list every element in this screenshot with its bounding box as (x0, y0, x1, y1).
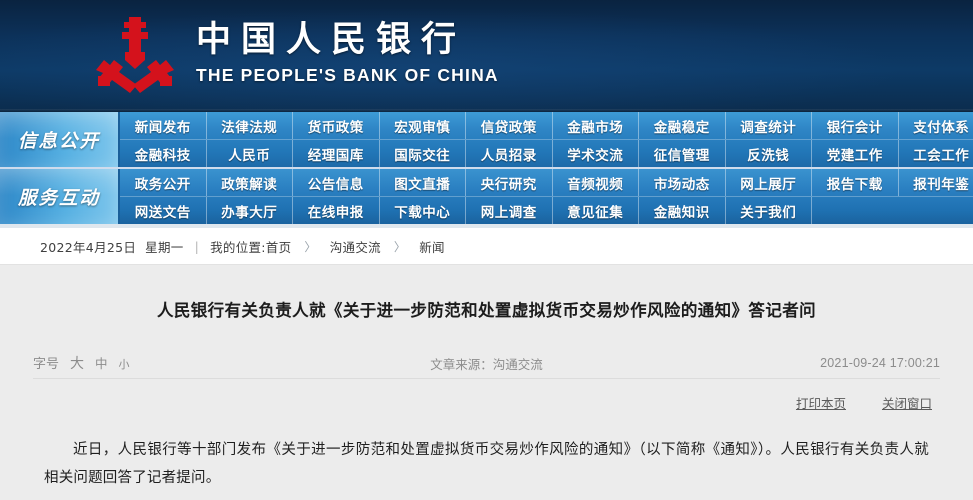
breadcrumb-weekday: 星期一 (145, 239, 184, 255)
article-body: 近日，人民银行等十部门发布《关于进一步防范和处置虚拟货币交易炒作风险的通知》（以… (44, 442, 929, 487)
nav-group-information-disclosure: 信息公开 新闻发布 法律法规 货币政策 宏观审慎 信贷政策 金融市场 金融稳定 … (0, 112, 973, 167)
nav-item-download-center[interactable]: 下载中心 (380, 197, 466, 224)
font-size-medium[interactable]: 中 (95, 353, 108, 372)
nav-item-laws-regulations[interactable]: 法律法规 (207, 112, 293, 139)
nav-group-label-service-interaction[interactable]: 服务互动 (0, 169, 120, 224)
breadcrumb-bar: 2022年4月25日 星期一 | 我的位置:首页 〉 沟通交流 〉 新闻 (0, 228, 973, 265)
nav-item-rmb[interactable]: 人民币 (207, 140, 293, 167)
breadcrumb-date: 2022年4月25日 (40, 239, 137, 255)
breadcrumb-position-label[interactable]: 我的位置:首页 (210, 237, 291, 256)
nav-item-online-exhibition[interactable]: 网上展厅 (726, 169, 812, 196)
nav-item-payment-system[interactable]: 支付体系 (899, 112, 973, 139)
chevron-right-icon: 〉 (393, 239, 407, 254)
nav-item-monetary-policy[interactable]: 货币政策 (293, 112, 380, 139)
nav-item-web-documents[interactable]: 网送文告 (120, 197, 207, 224)
nav-item-feedback[interactable]: 意见征集 (553, 197, 639, 224)
site-name-cn: 中国人民银行 (196, 20, 467, 61)
nav-item-financial-knowledge[interactable]: 金融知识 (639, 197, 726, 224)
font-size-controls: 字号 大 中 小 (33, 353, 130, 373)
content-area: 人民银行有关负责人就《关于进一步防范和处置虚拟货币交易炒作风险的通知》答记者问 … (0, 265, 973, 500)
nav-item-placeholder (812, 197, 898, 224)
font-size-label: 字号 (33, 357, 60, 373)
nav-row: 政务公开 政策解读 公告信息 图文直播 央行研究 音频视频 市场动态 网上展厅 … (120, 169, 973, 196)
nav-group-service-interaction: 服务互动 政务公开 政策解读 公告信息 图文直播 央行研究 音频视频 市场动态 … (0, 167, 973, 224)
nav-item-bank-accounting[interactable]: 银行会计 (812, 112, 899, 139)
nav-item-international[interactable]: 国际交往 (380, 140, 466, 167)
nav-row: 新闻发布 法律法规 货币政策 宏观审慎 信贷政策 金融市场 金融稳定 调查统计 … (120, 112, 973, 139)
nav-item-live-broadcast[interactable]: 图文直播 (380, 169, 466, 196)
nav-item-macro-prudential[interactable]: 宏观审慎 (380, 112, 466, 139)
close-window-link[interactable]: 关闭窗口 (882, 393, 932, 412)
nav-row: 网送文告 办事大厅 在线申报 下载中心 网上调查 意见征集 金融知识 关于我们 (120, 196, 973, 224)
nav-item-policy-interpretation[interactable]: 政策解读 (207, 169, 293, 196)
nav-item-online-survey[interactable]: 网上调查 (466, 197, 553, 224)
nav-item-about-us[interactable]: 关于我们 (726, 197, 812, 224)
article-title: 人民银行有关负责人就《关于进一步防范和处置虚拟货币交易炒作风险的通知》答记者问 (156, 301, 817, 320)
font-size-small[interactable]: 小 (119, 356, 130, 372)
nav-item-financial-stability[interactable]: 金融稳定 (639, 112, 726, 139)
nav-item-union-work[interactable]: 工会工作 (899, 140, 973, 167)
breadcrumb-item-communication[interactable]: 沟通交流 (330, 237, 381, 256)
nav-row: 金融科技 人民币 经理国库 国际交往 人员招录 学术交流 征信管理 反洗钱 党建… (120, 139, 973, 167)
nav-item-announcements[interactable]: 公告信息 (293, 169, 380, 196)
article-meta-bar: 字号 大 中 小 文章来源：沟通交流 2021-09-24 17:00:21 (33, 348, 940, 380)
site-name-en: THE PEOPLE'S BANK OF CHINA (196, 64, 499, 85)
nav-item-fintech[interactable]: 金融科技 (120, 140, 207, 167)
print-page-link[interactable]: 打印本页 (796, 393, 846, 412)
font-size-large[interactable]: 大 (70, 353, 84, 373)
nav-item-report-download[interactable]: 报告下载 (812, 169, 899, 196)
site-header: 中国人民银行 THE PEOPLE'S BANK OF CHINA (0, 0, 973, 112)
page-root: 中国人民银行 THE PEOPLE'S BANK OF CHINA 信息公开 新… (0, 0, 973, 500)
nav-item-online-declaration[interactable]: 在线申报 (293, 197, 380, 224)
nav-item-service-hall[interactable]: 办事大厅 (207, 197, 293, 224)
breadcrumb: 2022年4月25日 星期一 | 我的位置:首页 〉 沟通交流 〉 新闻 (40, 237, 445, 256)
nav-item-news-release[interactable]: 新闻发布 (120, 112, 207, 139)
nav-item-central-bank-research[interactable]: 央行研究 (466, 169, 553, 196)
nav-item-academic-exchange[interactable]: 学术交流 (553, 140, 639, 167)
site-brand[interactable]: 中国人民银行 THE PEOPLE'S BANK OF CHINA (92, 14, 499, 94)
main-navigation: 信息公开 新闻发布 法律法规 货币政策 宏观审慎 信贷政策 金融市场 金融稳定 … (0, 112, 973, 228)
nav-item-audio-video[interactable]: 音频视频 (553, 169, 639, 196)
nav-item-treasury[interactable]: 经理国库 (293, 140, 380, 167)
pboc-emblem-icon (92, 14, 178, 94)
article-source: 文章来源：沟通交流 (430, 356, 543, 372)
nav-item-placeholder (898, 197, 973, 224)
nav-item-anti-money-laundering[interactable]: 反洗钱 (726, 140, 812, 167)
nav-item-financial-market[interactable]: 金融市场 (553, 112, 639, 139)
nav-item-market-trends[interactable]: 市场动态 (639, 169, 726, 196)
breadcrumb-divider: | (194, 238, 200, 254)
nav-item-government-affairs[interactable]: 政务公开 (120, 169, 207, 196)
article-container: 人民银行有关负责人就《关于进一步防范和处置虚拟货币交易炒作风险的通知》答记者问 … (14, 265, 959, 500)
nav-item-recruitment[interactable]: 人员招录 (466, 140, 553, 167)
article-publish-time: 2021-09-24 17:00:21 (820, 356, 940, 371)
nav-group-label-information-disclosure[interactable]: 信息公开 (0, 112, 120, 167)
nav-item-credit-reference[interactable]: 征信管理 (639, 140, 726, 167)
nav-item-credit-policy[interactable]: 信贷政策 (466, 112, 553, 139)
nav-item-periodicals[interactable]: 报刊年鉴 (899, 169, 973, 196)
article-actions: 打印本页 关闭窗口 (14, 393, 932, 412)
breadcrumb-item-news[interactable]: 新闻 (419, 237, 445, 256)
nav-item-survey-statistics[interactable]: 调查统计 (726, 112, 812, 139)
chevron-right-icon: 〉 (304, 239, 317, 254)
nav-item-party-building[interactable]: 党建工作 (812, 140, 899, 167)
